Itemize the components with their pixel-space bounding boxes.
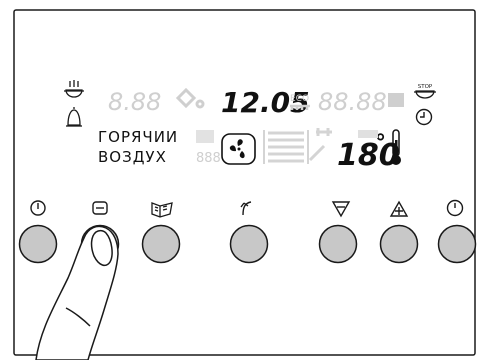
faded-left-digits: 8.88: [108, 88, 161, 116]
faded-segment-block: [388, 93, 404, 107]
faded-temp-segment: [358, 130, 378, 138]
oven-control-panel: STOP 8.88 12.05 ECO 88.88 ГОРЯЧИИ ВОЗДУХ…: [13, 9, 477, 360]
plus-button[interactable]: [379, 224, 419, 264]
faded-text-block: [196, 130, 214, 143]
back-button[interactable]: [229, 224, 269, 264]
stop-label: STOP: [418, 84, 433, 90]
faded-small-digits: 888: [196, 151, 221, 166]
faded-right-digits: 88.88: [318, 88, 387, 116]
mode-line-2: ВОЗДУХ: [98, 148, 167, 166]
temperature-readout: 180: [337, 138, 400, 173]
minus-button[interactable]: [318, 224, 358, 264]
recipe-book-button[interactable]: [141, 224, 181, 264]
power-button[interactable]: [18, 224, 58, 264]
mode-line-1: ГОРЯЧИИ: [98, 128, 178, 146]
eco-label: ECO: [290, 94, 309, 104]
start-button[interactable]: [437, 224, 477, 264]
